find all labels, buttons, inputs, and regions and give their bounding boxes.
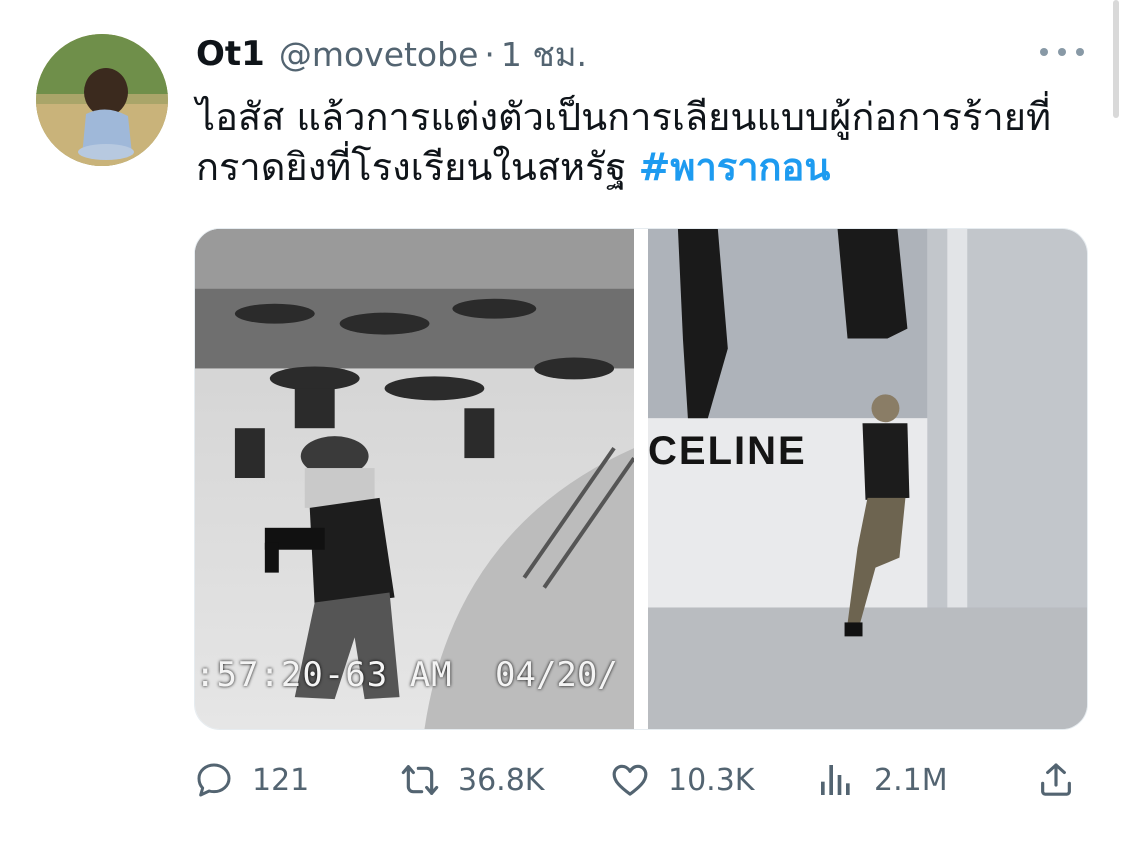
tweet-header: Ot1 @movetobe · 1 ชม. — [196, 30, 587, 78]
tweet-time[interactable]: 1 ชม. — [501, 28, 587, 81]
tweet-text: ไอสัส แล้วการแต่งตัวเป็นการเลียนแบบผู้ก่… — [196, 92, 1076, 192]
share-button[interactable] — [1036, 750, 1094, 810]
like-count: 10.3K — [668, 762, 755, 798]
views-button[interactable]: 2.1M — [816, 750, 948, 810]
mall-photo — [648, 229, 1087, 729]
share-icon — [1041, 763, 1071, 796]
more-dot — [1040, 48, 1048, 56]
heart-icon — [612, 764, 648, 796]
more-options-icon[interactable] — [1040, 38, 1084, 66]
store-sign: CELINE — [648, 429, 807, 473]
separator-dot: · — [484, 34, 495, 74]
tweet-body: ไอสัส แล้วการแต่งตัวเป็นการเลียนแบบผู้ก่… — [196, 95, 1052, 189]
retweet-icon — [401, 765, 439, 795]
display-name[interactable]: Ot1 — [196, 34, 265, 74]
retweet-button[interactable]: 36.8K — [400, 750, 544, 810]
views-icon — [821, 765, 850, 795]
hashtag-link[interactable]: #พารากอน — [639, 145, 831, 189]
scrollbar[interactable] — [1113, 0, 1119, 118]
cctv-timestamp: :57:20-63 AM — [195, 655, 453, 695]
more-dot — [1058, 48, 1066, 56]
reply-icon — [197, 763, 231, 797]
like-button[interactable]: 10.3K — [610, 750, 754, 810]
media-photo-left[interactable]: :57:20-63 AM 04/20/ — [195, 229, 634, 729]
media-grid: :57:20-63 AM 04/20/ CELINE — [194, 228, 1088, 730]
user-handle[interactable]: @movetobe — [279, 35, 479, 74]
avatar[interactable] — [36, 34, 168, 166]
retweet-count: 36.8K — [458, 762, 545, 798]
views-count: 2.1M — [874, 762, 948, 798]
tweet-actions: 121 36.8K 10.3K 2.1M — [194, 750, 1094, 810]
cctv-date: 04/20/ — [495, 655, 618, 695]
more-dot — [1076, 48, 1084, 56]
avatar-image — [36, 34, 168, 166]
cctv-photo — [195, 229, 634, 729]
reply-button[interactable]: 121 — [194, 750, 309, 810]
media-photo-right[interactable]: CELINE — [648, 229, 1087, 729]
reply-count: 121 — [252, 762, 310, 798]
